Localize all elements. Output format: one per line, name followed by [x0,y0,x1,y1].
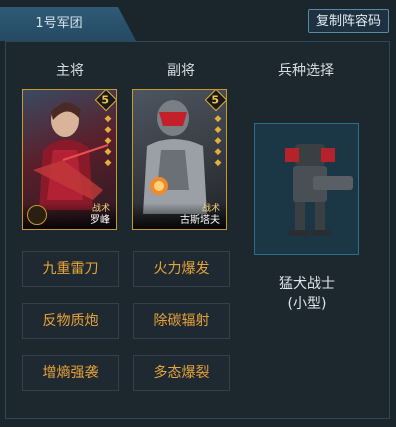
unit-name: 猛犬战士 (小型) [248,274,366,314]
unit-portrait [285,144,353,236]
legion-tab-label: 1号军团 [35,16,83,31]
skill-button[interactable]: 火力爆发 [133,251,230,287]
unit-size: (小型) [287,296,327,312]
unit-title: 猛犬战士 [279,276,335,292]
faction-emblem-icon [27,205,47,225]
copy-lineup-code-button[interactable]: 复制阵容码 [308,9,389,33]
main-general-card[interactable]: 5 ◆ ◆ ◆ ◆ ◆ 战术 罗峰 [22,89,117,230]
vice-general-rank-pips: ◆ ◆ ◆ ◆ ◆ [214,114,222,168]
skill-button[interactable]: 除碳辐射 [133,303,230,339]
main-general-name: 罗峰 [90,215,110,226]
vice-general-card[interactable]: 5 ◆ ◆ ◆ ◆ ◆ 战术 古斯塔夫 [132,89,227,230]
main-general-title: 主将 [56,63,84,79]
skill-button[interactable]: 多态爆裂 [133,355,230,391]
vice-general-title: 副将 [167,63,195,79]
unit-select-title: 兵种选择 [278,63,334,79]
skill-button[interactable]: 九重雷刀 [22,251,119,287]
vice-general-name: 古斯塔夫 [180,215,220,226]
unit-select-box[interactable] [254,123,359,255]
skill-button[interactable]: 反物质炮 [22,303,119,339]
skill-button[interactable]: 增熵强袭 [22,355,119,391]
main-general-rank-pips: ◆ ◆ ◆ ◆ ◆ [104,114,112,168]
